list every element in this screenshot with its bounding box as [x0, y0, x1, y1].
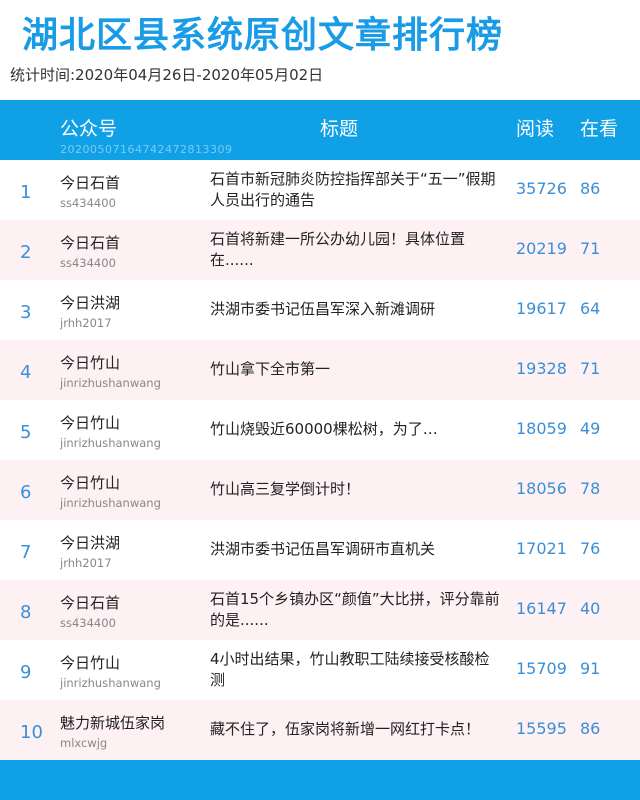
account-id: jinrizhushanwang	[60, 376, 161, 390]
rank-number: 9	[20, 662, 32, 683]
account-name: 魅力新城伍家岗	[60, 714, 166, 732]
rank-number: 3	[20, 302, 32, 323]
watch-count: 78	[580, 479, 601, 498]
read-count: 15595	[516, 719, 567, 738]
watch-count: 91	[580, 659, 601, 678]
account-name: 今日竹山	[60, 654, 121, 672]
read-count: 19328	[516, 359, 567, 378]
account-name: 今日石首	[60, 234, 121, 252]
table-row[interactable]: 6 今日竹山 jinrizhushanwang 竹山高三复学倒计时！ 18056…	[0, 460, 640, 520]
read-count: 15709	[516, 659, 567, 678]
page-title: 湖北区县系统原创文章排行榜	[22, 15, 504, 56]
read-count: 18056	[516, 479, 567, 498]
header-id: 20200507164742472813309	[60, 143, 233, 156]
table-row[interactable]: 1 今日石首 ss434400 石首市新冠肺炎防控指挥部关于“五一”假期人员出行…	[0, 160, 640, 220]
header-reads: 阅读	[516, 118, 555, 140]
rank-number: 5	[20, 422, 32, 443]
table-row[interactable]: 4 今日竹山 jinrizhushanwang 竹山拿下全市第一 19328 7…	[0, 340, 640, 400]
watch-count: 71	[580, 359, 601, 378]
header-title: 标题	[320, 118, 359, 140]
rank-number: 2	[20, 242, 32, 263]
table-row[interactable]: 2 今日石首 ss434400 石首将新建一所公办幼儿园！具体位置在......…	[0, 220, 640, 280]
account-id: mlxcwjg	[60, 736, 108, 750]
ranking-table: 1 今日石首 ss434400 石首市新冠肺炎防控指挥部关于“五一”假期人员出行…	[0, 160, 640, 760]
watch-count: 49	[580, 419, 601, 438]
table-row[interactable]: 10 魅力新城伍家岗 mlxcwjg 藏不住了，伍家岗将新增一网红打卡点！ 15…	[0, 700, 640, 760]
rank-number: 7	[20, 542, 32, 563]
read-count: 18059	[516, 419, 567, 438]
table-row[interactable]: 7 今日洪湖 jrhh2017 洪湖市委书记伍昌军调研市直机关 17021 76	[0, 520, 640, 580]
article-title[interactable]: 石首市新冠肺炎防控指挥部关于“五一”假期人员出行的通告	[210, 169, 502, 211]
account-id: ss434400	[60, 196, 116, 210]
watch-count: 86	[580, 179, 601, 198]
footer-bar	[0, 760, 640, 800]
table-row[interactable]: 9 今日竹山 jinrizhushanwang 4小时出结果，竹山教职工陆续接受…	[0, 640, 640, 700]
rank-number: 6	[20, 482, 32, 503]
header-watching: 在看	[580, 118, 619, 140]
read-count: 16147	[516, 599, 567, 618]
account-id: ss434400	[60, 616, 116, 630]
article-title[interactable]: 藏不住了，伍家岗将新增一网红打卡点！	[210, 719, 502, 740]
account-name: 今日竹山	[60, 354, 121, 372]
table-row[interactable]: 3 今日洪湖 jrhh2017 洪湖市委书记伍昌军深入新滩调研 19617 64	[0, 280, 640, 340]
article-title[interactable]: 竹山高三复学倒计时！	[210, 479, 502, 500]
table-row[interactable]: 5 今日竹山 jinrizhushanwang 竹山烧毁近60000棵松树，为了…	[0, 400, 640, 460]
table-header: 公众号 20200507164742472813309 标题 阅读 在看	[0, 100, 640, 160]
rank-number: 1	[20, 182, 32, 203]
article-title[interactable]: 竹山拿下全市第一	[210, 359, 502, 380]
article-title[interactable]: 竹山烧毁近60000棵松树，为了…	[210, 419, 502, 440]
rank-number: 10	[20, 722, 43, 743]
article-title[interactable]: 石首15个乡镇办区“颜值”大比拼，评分靠前的是......	[210, 589, 502, 631]
account-name: 今日竹山	[60, 414, 121, 432]
read-count: 19617	[516, 299, 567, 318]
article-title[interactable]: 洪湖市委书记伍昌军深入新滩调研	[210, 299, 502, 320]
account-name: 今日石首	[60, 594, 121, 612]
table-row[interactable]: 8 今日石首 ss434400 石首15个乡镇办区“颜值”大比拼，评分靠前的是.…	[0, 580, 640, 640]
read-count: 20219	[516, 239, 567, 258]
account-id: jrhh2017	[60, 316, 112, 330]
article-title[interactable]: 洪湖市委书记伍昌军调研市直机关	[210, 539, 502, 560]
account-id: jinrizhushanwang	[60, 436, 161, 450]
account-id: jinrizhushanwang	[60, 676, 161, 690]
read-count: 35726	[516, 179, 567, 198]
rank-number: 4	[20, 362, 32, 383]
account-id: jrhh2017	[60, 556, 112, 570]
account-id: ss434400	[60, 256, 116, 270]
watch-count: 40	[580, 599, 601, 618]
account-name: 今日洪湖	[60, 294, 121, 312]
stat-period: 统计时间:2020年04月26日-2020年05月02日	[10, 66, 324, 84]
article-title[interactable]: 石首将新建一所公办幼儿园！具体位置在......	[210, 229, 502, 271]
watch-count: 86	[580, 719, 601, 738]
account-name: 今日洪湖	[60, 534, 121, 552]
read-count: 17021	[516, 539, 567, 558]
account-id: jinrizhushanwang	[60, 496, 161, 510]
watch-count: 64	[580, 299, 601, 318]
article-title[interactable]: 4小时出结果，竹山教职工陆续接受核酸检测	[210, 649, 502, 691]
watch-count: 76	[580, 539, 601, 558]
account-name: 今日石首	[60, 174, 121, 192]
rank-number: 8	[20, 602, 32, 623]
account-name: 今日竹山	[60, 474, 121, 492]
watch-count: 71	[580, 239, 601, 258]
header-account: 公众号	[60, 118, 118, 140]
